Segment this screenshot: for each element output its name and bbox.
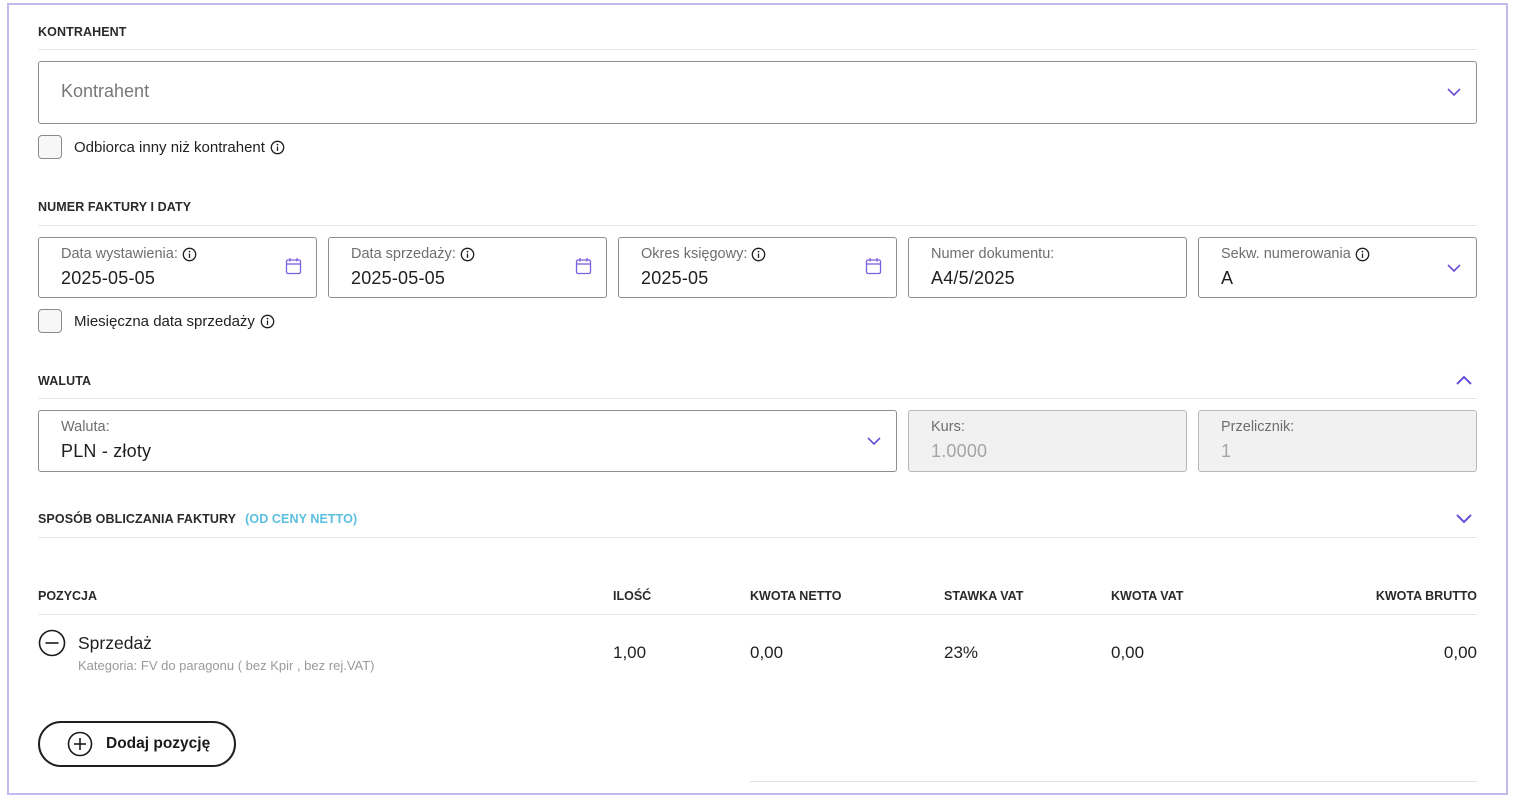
waluta-section-title: WALUTA	[38, 374, 92, 388]
chevron-up-icon[interactable]	[1455, 372, 1473, 393]
col-header-ilosc: ILOŚĆ	[613, 589, 652, 603]
data-sprzedazy-label: Data sprzedaży:	[351, 246, 456, 262]
numer-section-title: NUMER FAKTURY I DATY	[38, 200, 192, 214]
data-wystawienia-label: Data wystawienia:	[61, 246, 178, 262]
przelicznik-value: 1	[1221, 441, 1232, 461]
sekw-numerowania-label: Sekw. numerowania	[1221, 246, 1351, 262]
col-header-vat: KWOTA VAT	[1111, 589, 1184, 603]
summary-divider	[750, 781, 1477, 782]
row-vat: 0,00	[1111, 643, 1145, 662]
numer-dokumentu-value: A4/5/2025	[931, 268, 1015, 288]
col-header-pozycja: POZYCJA	[38, 589, 98, 603]
waluta-label: Waluta:	[61, 419, 110, 435]
miesieczna-checkbox-label: Miesięczna data sprzedaży	[74, 312, 255, 330]
data-wystawienia-field[interactable]: Data wystawienia: 2025-05-05	[38, 237, 317, 298]
chevron-down-icon	[1446, 84, 1462, 105]
info-icon[interactable]	[270, 140, 285, 155]
info-icon[interactable]	[182, 247, 197, 262]
divider	[38, 225, 1477, 226]
row-brutto: 0,00	[1443, 643, 1477, 662]
sposob-subtitle: (OD CENY NETTO)	[245, 512, 358, 526]
kontrahent-placeholder: Kontrahent	[61, 81, 150, 101]
divider	[38, 398, 1477, 399]
data-sprzedazy-field[interactable]: Data sprzedaży: 2025-05-05	[328, 237, 607, 298]
miesieczna-checkbox[interactable]	[38, 309, 62, 333]
odbiorca-checkbox-row: Odbiorca inny niż kontrahent	[38, 135, 285, 159]
row-netto: 0,00	[750, 643, 784, 662]
info-icon[interactable]	[751, 247, 766, 262]
okres-ksiegowy-value: 2025-05	[641, 268, 709, 288]
divider	[38, 614, 1477, 615]
sekw-numerowania-value: A	[1221, 268, 1234, 288]
okres-ksiegowy-label: Okres księgowy:	[641, 246, 748, 262]
waluta-select[interactable]: Waluta: PLN - złoty	[38, 410, 897, 472]
row-ilosc: 1,00	[613, 643, 647, 662]
przelicznik-field: Przelicznik: 1	[1198, 410, 1477, 472]
kurs-value: 1.0000	[931, 441, 988, 461]
odbiorca-checkbox[interactable]	[38, 135, 62, 159]
kontrahent-select[interactable]: Kontrahent	[38, 61, 1477, 124]
add-position-label: Dodaj pozycję	[106, 735, 211, 752]
info-icon[interactable]	[1355, 247, 1370, 262]
divider	[38, 537, 1477, 538]
kontrahent-section-title: KONTRAHENT	[38, 25, 127, 39]
data-sprzedazy-value: 2025-05-05	[351, 268, 446, 288]
info-icon[interactable]	[260, 314, 275, 329]
data-wystawienia-value: 2025-05-05	[61, 268, 156, 288]
numer-dokumentu-label: Numer dokumentu:	[931, 246, 1055, 262]
chevron-down-icon	[866, 433, 882, 454]
numer-dokumentu-field[interactable]: Numer dokumentu: A4/5/2025	[908, 237, 1187, 298]
kurs-field: Kurs: 1.0000	[908, 410, 1187, 472]
row-category: Kategoria: FV do paragonu ( bez Kpir , b…	[78, 658, 375, 673]
add-position-button[interactable]: Dodaj pozycję	[38, 721, 236, 767]
kurs-label: Kurs:	[931, 419, 965, 435]
okres-ksiegowy-field[interactable]: Okres księgowy: 2025-05	[618, 237, 897, 298]
calendar-icon[interactable]	[865, 257, 882, 280]
info-icon[interactable]	[460, 247, 475, 262]
divider	[38, 49, 1477, 50]
waluta-value: PLN - złoty	[61, 441, 152, 461]
col-header-netto: KWOTA NETTO	[750, 589, 842, 603]
sposob-title-text: SPOSÓB OBLICZANIA FAKTURY	[38, 512, 237, 526]
calendar-icon[interactable]	[285, 257, 302, 280]
calendar-icon[interactable]	[575, 257, 592, 280]
odbiorca-checkbox-label: Odbiorca inny niż kontrahent	[74, 138, 265, 156]
row-stawka: 23%	[944, 643, 979, 662]
chevron-down-icon[interactable]	[1455, 511, 1473, 532]
row-name[interactable]: Sprzedaż	[78, 633, 152, 654]
plus-circle-icon	[67, 731, 93, 757]
col-header-brutto: KWOTA BRUTTO	[1375, 589, 1477, 603]
przelicznik-label: Przelicznik:	[1221, 419, 1295, 435]
sekw-numerowania-select[interactable]: Sekw. numerowania A	[1198, 237, 1477, 298]
miesieczna-checkbox-row: Miesięczna data sprzedaży	[38, 309, 275, 333]
remove-row-icon[interactable]	[38, 629, 66, 662]
col-header-stawka: STAWKA VAT	[944, 589, 1024, 603]
chevron-down-icon	[1446, 260, 1462, 281]
sposob-section-title[interactable]: SPOSÓB OBLICZANIA FAKTURY (OD CENY NETTO)	[38, 512, 357, 526]
